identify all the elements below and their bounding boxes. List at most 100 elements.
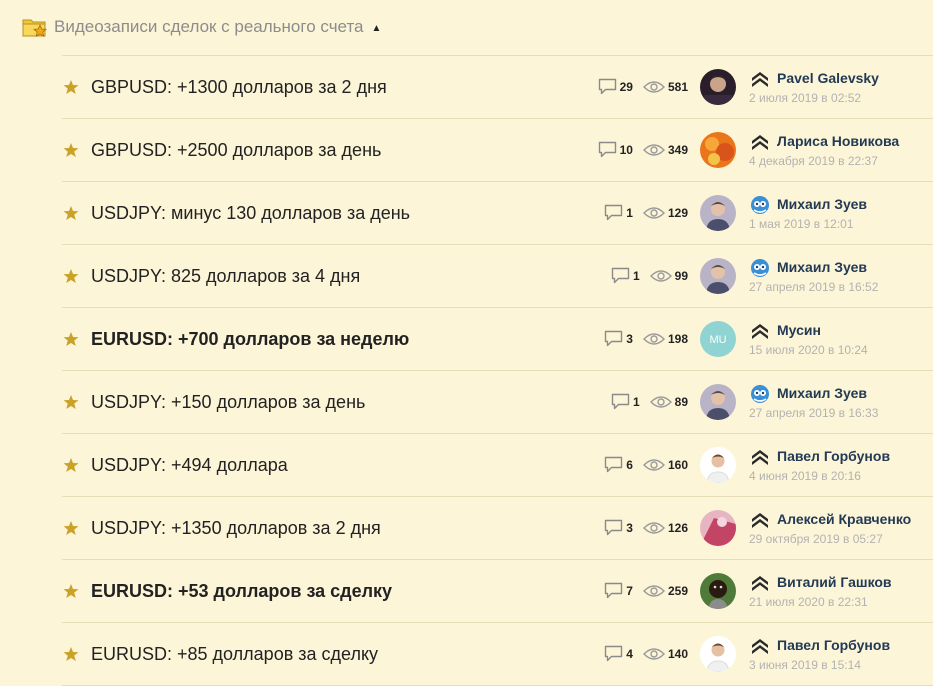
comment-count: 29 <box>619 79 633 94</box>
owl-rank-icon <box>751 385 769 403</box>
thread-title-link[interactable]: USDJPY: минус 130 долларов за день <box>91 203 410 224</box>
view-count: 198 <box>667 331 688 346</box>
chevron-rank-icon <box>752 72 768 87</box>
star-icon <box>63 332 79 346</box>
thread-row[interactable]: GBPUSD: +2500 долларов за день 10 349 Ларис… <box>62 119 933 182</box>
post-date: 2 июля 2019 в 02:52 <box>749 91 862 105</box>
view-count: 129 <box>667 205 688 220</box>
comment-icon <box>598 141 616 158</box>
avatar[interactable] <box>700 69 736 105</box>
comment-icon <box>605 204 623 221</box>
star-icon <box>63 80 79 94</box>
avatar[interactable] <box>700 447 736 483</box>
avatar-initials: MU <box>709 334 726 346</box>
eye-icon <box>649 395 672 408</box>
view-count: 140 <box>667 646 688 661</box>
star-icon <box>63 395 79 409</box>
avatar[interactable] <box>700 195 736 231</box>
chevron-rank-icon <box>752 513 768 528</box>
thread-row[interactable]: USDJPY: +494 доллара 6 160 Павел Горбунов 4 … <box>62 434 933 497</box>
comment-count: 3 <box>626 520 633 535</box>
thread-title-link[interactable]: EURUSD: +85 долларов за сделку <box>91 644 378 665</box>
thread-stats: 3 126 <box>604 519 688 536</box>
eye-icon <box>642 458 665 471</box>
star-icon <box>63 647 79 661</box>
star-icon <box>63 584 79 598</box>
section-title[interactable]: Видеозаписи сделок с реального счета <box>54 17 364 37</box>
thread-row[interactable]: USDJPY: +1350 долларов за 2 дня 3 126 Алекс… <box>62 497 933 560</box>
thread-title-link[interactable]: USDJPY: +494 доллара <box>91 455 288 476</box>
thread-title-link[interactable]: EURUSD: +700 долларов за неделю <box>91 329 409 350</box>
thread-title-link[interactable]: GBPUSD: +2500 долларов за день <box>91 140 381 161</box>
comment-icon <box>605 645 623 662</box>
view-count: 126 <box>667 520 688 535</box>
author-link[interactable]: Павел Горбунов <box>777 637 890 653</box>
comment-count: 1 <box>626 205 633 220</box>
thread-stats: 7 259 <box>604 582 688 599</box>
star-icon <box>63 206 79 220</box>
caret-up-icon[interactable]: ▲ <box>372 23 382 34</box>
eye-icon <box>649 269 672 282</box>
thread-row[interactable]: GBPUSD: +1300 долларов за 2 дня 29 581 Pave… <box>62 56 933 119</box>
thread-row[interactable]: EURUSD: +700 долларов за неделю 3 198 MU Мус… <box>62 308 933 371</box>
thread-title-link[interactable]: USDJPY: +150 долларов за день <box>91 392 365 413</box>
post-date: 21 июля 2020 в 22:31 <box>749 595 868 609</box>
thread-title-link[interactable]: GBPUSD: +1300 долларов за 2 дня <box>91 77 387 98</box>
avatar[interactable] <box>700 510 736 546</box>
chevron-rank-icon <box>752 324 768 339</box>
author-link[interactable]: Павел Горбунов <box>777 448 890 464</box>
folder-star-icon <box>22 19 48 38</box>
avatar[interactable] <box>700 258 736 294</box>
comment-icon <box>611 393 630 410</box>
post-date: 29 октября 2019 в 05:27 <box>749 532 883 546</box>
thread-title-link[interactable]: USDJPY: 825 долларов за 4 дня <box>91 266 360 287</box>
view-count: 89 <box>674 394 688 409</box>
thread-title-link[interactable]: USDJPY: +1350 долларов за 2 дня <box>91 518 381 539</box>
thread-row[interactable]: EURUSD: +85 долларов за сделку 4 140 Павел … <box>62 623 933 686</box>
view-count: 259 <box>667 583 688 598</box>
thread-row[interactable]: USDJPY: минус 130 долларов за день 1 129 Ми… <box>62 182 933 245</box>
comment-count: 1 <box>632 394 640 409</box>
post-date: 3 июня 2019 в 15:14 <box>749 658 861 672</box>
thread-row[interactable]: USDJPY: +150 долларов за день 1 89 Михаил З… <box>62 371 933 434</box>
avatar[interactable] <box>700 384 736 420</box>
thread-title-link[interactable]: EURUSD: +53 долларов за сделку <box>91 581 392 602</box>
thread-stats: 1 89 <box>611 393 688 410</box>
author-link[interactable]: Мусин <box>777 322 821 338</box>
comment-count: 7 <box>626 583 633 598</box>
thread-stats: 29 581 <box>598 78 688 95</box>
author-link[interactable]: Михаил Зуев <box>777 385 867 401</box>
thread-stats: 1 99 <box>611 267 688 284</box>
avatar[interactable]: MU <box>700 321 736 357</box>
eye-icon <box>642 584 665 597</box>
chevron-rank-icon <box>752 450 768 465</box>
view-count: 581 <box>667 79 688 94</box>
thread-row[interactable]: EURUSD: +53 долларов за сделку 7 259 Витали… <box>62 560 933 623</box>
post-date: 1 мая 2019 в 12:01 <box>749 217 854 231</box>
author-link[interactable]: Виталий Гашков <box>777 574 892 590</box>
section-header[interactable]: Видеозаписи сделок с реального счета ▲ <box>22 14 381 40</box>
comment-count: 10 <box>619 142 633 157</box>
eye-icon <box>642 332 665 345</box>
author-link[interactable]: Михаил Зуев <box>777 259 867 275</box>
post-date: 27 апреля 2019 в 16:33 <box>749 406 879 420</box>
chevron-rank-icon <box>752 639 768 654</box>
author-link[interactable]: Лариса Новикова <box>777 133 899 149</box>
author-link[interactable]: Pavel Galevsky <box>777 70 879 86</box>
owl-rank-icon <box>751 259 769 277</box>
star-icon <box>63 521 79 535</box>
author-link[interactable]: Алексей Кравченко <box>777 511 911 527</box>
post-date: 4 декабря 2019 в 22:37 <box>749 154 878 168</box>
eye-icon <box>642 521 665 534</box>
comment-count: 4 <box>626 646 633 661</box>
chevron-rank-icon <box>752 135 768 150</box>
eye-icon <box>642 143 665 156</box>
author-link[interactable]: Михаил Зуев <box>777 196 867 212</box>
avatar[interactable] <box>700 132 736 168</box>
thread-list: GBPUSD: +1300 долларов за 2 дня 29 581 Pave… <box>62 56 933 686</box>
thread-stats: 1 129 <box>604 204 688 221</box>
avatar[interactable] <box>700 636 736 672</box>
post-date: 4 июня 2019 в 20:16 <box>749 469 861 483</box>
thread-row[interactable]: USDJPY: 825 долларов за 4 дня 1 99 Михаил З… <box>62 245 933 308</box>
avatar[interactable] <box>700 573 736 609</box>
